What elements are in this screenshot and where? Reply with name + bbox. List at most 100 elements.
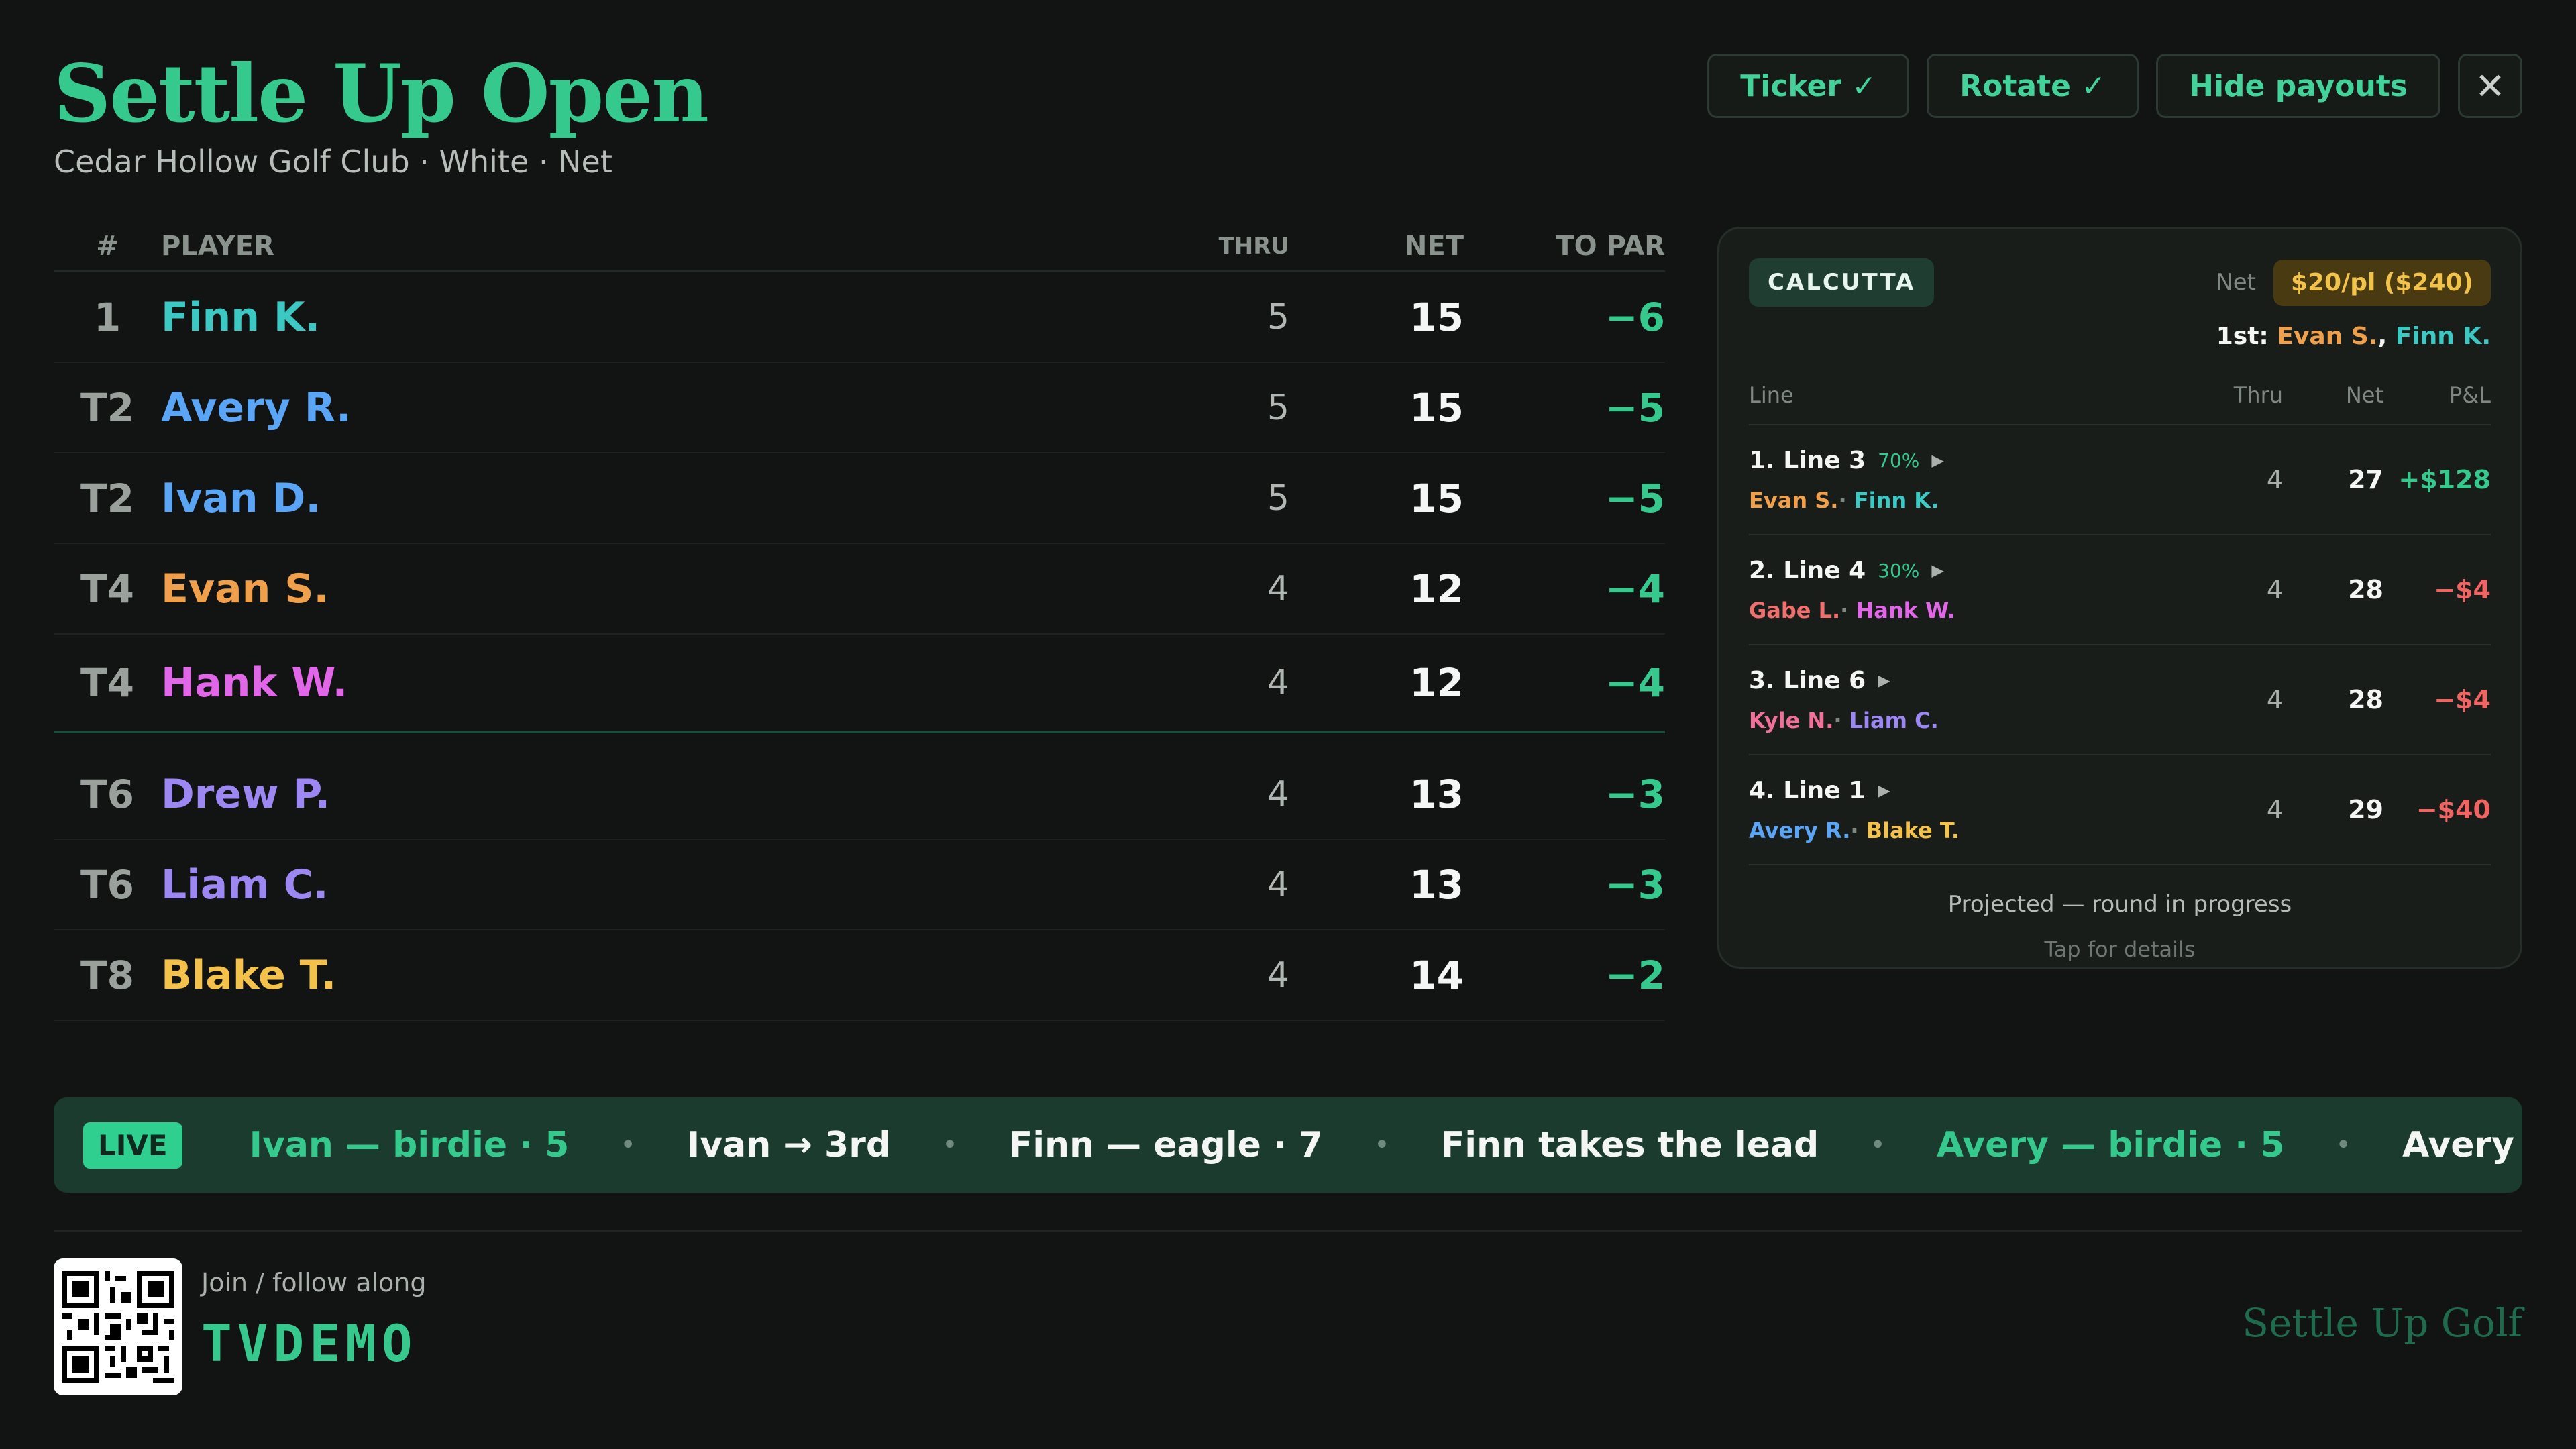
ticker-item: Avery takes the lead [2402, 1125, 2522, 1165]
leaderboard-rows: 1 Finn K. 5 15 −6 T2 Avery R. 5 15 −5 T2 Ivan D. 5 15… [54, 272, 1665, 1021]
line-percent: 70% [1878, 449, 1920, 472]
player-name: Liam C. [161, 861, 329, 908]
player-name: Ivan D. [161, 474, 321, 522]
ticker-item: Finn — eagle · 7 [1008, 1125, 1324, 1165]
player-rank: T8 [80, 952, 134, 998]
line-player: Finn K. [1854, 487, 1939, 513]
close-button[interactable]: ✕ [2458, 54, 2522, 118]
player-rank: 1 [93, 294, 121, 340]
line-title: 1. Line 3 [1749, 446, 1866, 474]
player-to-par: −5 [1605, 475, 1665, 521]
player-rank: T4 [80, 659, 134, 706]
pl-column-header: P&L [2449, 382, 2491, 408]
player-thru: 4 [1267, 662, 1289, 703]
tap-for-details-link[interactable]: Tap for details [1749, 936, 2491, 962]
ticker-separator-icon: • [1374, 1130, 1390, 1161]
player-to-par: −3 [1605, 771, 1665, 817]
leaderboard-row: 1 Finn K. 5 15 −6 [54, 272, 1665, 363]
calcutta-line-row[interactable]: 2. Line 4 30% ▶ Gabe L.· Hank W. 4 28 −$4 [1749, 535, 2491, 645]
join-qr-code [54, 1258, 182, 1395]
toolbar: Ticker ✓ Rotate ✓ Hide payouts ✕ [1707, 54, 2522, 118]
player-to-par: −4 [1605, 566, 1665, 612]
player-thru: 5 [1267, 297, 1289, 337]
player-thru: 4 [1267, 864, 1289, 905]
calcutta-line-row[interactable]: 1. Line 3 70% ▶ Evan S.· Finn K. 4 27 +$128 [1749, 425, 2491, 535]
line-pl: −$4 [2434, 685, 2491, 714]
to-par-column-header: TO PAR [1556, 230, 1665, 262]
line-player: Avery R. [1749, 817, 1851, 843]
calcutta-line-row[interactable]: 4. Line 1 ▶ Avery R.· Blake T. 4 29 −$40 [1749, 755, 2491, 865]
player-thru: 5 [1267, 478, 1289, 519]
leaderboard: # PLAYER THRU NET TO PAR 1 Finn K. 5 15 −6 T2… [54, 221, 1665, 1060]
ticker-toggle-button[interactable]: Ticker ✓ [1707, 54, 1910, 118]
line-title: 2. Line 4 [1749, 556, 1866, 584]
line-player: Blake T. [1866, 817, 1960, 843]
qr-code-icon [62, 1271, 174, 1383]
net-column-header: NET [1404, 230, 1464, 262]
player-thru: 5 [1267, 387, 1289, 428]
player-net: 13 [1409, 861, 1464, 908]
caret-right-icon: ▶ [1878, 781, 1890, 800]
join-label: Join / follow along [201, 1268, 427, 1297]
ticker-separator-icon: • [942, 1130, 958, 1161]
player-rank: T2 [80, 384, 134, 431]
player-rank: T4 [80, 566, 134, 612]
ticker-item: Finn takes the lead [1440, 1125, 1819, 1165]
line-net: 29 [2348, 795, 2383, 824]
calcutta-pot-badge: $20/pl ($240) [2273, 259, 2491, 306]
leaderboard-row: T8 Blake T. 4 14 −2 [54, 930, 1665, 1021]
line-pl: +$128 [2398, 465, 2491, 494]
live-badge: LIVE [83, 1122, 182, 1169]
line-net: 28 [2348, 685, 2383, 714]
calcutta-lines: 1. Line 3 70% ▶ Evan S.· Finn K. 4 27 +$128 2. … [1749, 425, 2491, 865]
leaderboard-row: T2 Avery R. 5 15 −5 [54, 363, 1665, 453]
player-to-par: −4 [1605, 659, 1665, 706]
ticker-item: Avery — birdie · 5 [1936, 1125, 2285, 1165]
player-thru: 4 [1267, 568, 1289, 609]
line-thru: 4 [2266, 685, 2283, 714]
close-icon: ✕ [2475, 64, 2506, 107]
ticker-separator-icon: • [1870, 1130, 1886, 1161]
page-title: Settle Up Open [54, 47, 709, 140]
player-rank: T6 [80, 771, 134, 817]
projected-note: Projected — round in progress [1947, 891, 2292, 918]
player-name: Finn K. [161, 293, 321, 341]
rotate-toggle-button[interactable]: Rotate ✓ [1927, 54, 2139, 118]
player-to-par: −6 [1605, 294, 1665, 340]
live-ticker: LIVE Ivan — birdie · 5 • Ivan → 3rd • Finn —… [54, 1097, 2522, 1193]
ticker-item: Ivan → 3rd [686, 1125, 892, 1165]
caret-right-icon: ▶ [1931, 451, 1944, 470]
line-player: Liam C. [1849, 707, 1939, 733]
footer-divider [54, 1230, 2522, 1232]
line-thru: 4 [2266, 795, 2283, 824]
calcutta-badge: CALCUTTA [1749, 258, 1935, 307]
calcutta-net-label: Net [2216, 269, 2256, 296]
line-pl: −$4 [2434, 575, 2491, 604]
leaderboard-header: # PLAYER THRU NET TO PAR [54, 221, 1665, 272]
calcutta-panel[interactable]: CALCUTTA Net $20/pl ($240) 1st: Evan S.,… [1717, 227, 2522, 969]
thru-column-header: Thru [2233, 382, 2283, 408]
player-to-par: −2 [1605, 952, 1665, 998]
player-net: 14 [1409, 952, 1464, 998]
player-name: Blake T. [161, 951, 337, 999]
net-column-header: Net [2345, 382, 2383, 408]
first-place-player: Finn K. [2395, 323, 2491, 350]
thru-column-header: THRU [1218, 232, 1289, 260]
player-net: 15 [1409, 294, 1464, 340]
player-net: 13 [1409, 771, 1464, 817]
calcutta-table-header: Line Thru Net P&L [1749, 382, 2491, 425]
line-player: Hank W. [1856, 597, 1955, 623]
line-net: 28 [2348, 575, 2383, 604]
hide-payouts-button[interactable]: Hide payouts [2156, 54, 2440, 118]
player-name: Evan S. [161, 565, 329, 612]
player-rank: T2 [80, 475, 134, 521]
player-net: 12 [1409, 659, 1464, 706]
player-rank: T6 [80, 861, 134, 908]
page-header: Settle Up Open Cedar Hollow Golf Club · … [54, 47, 709, 180]
line-player: Evan S. [1749, 487, 1839, 513]
calcutta-line-row[interactable]: 3. Line 6 ▶ Kyle N.· Liam C. 4 28 −$4 [1749, 645, 2491, 755]
ticker-separator-icon: • [620, 1130, 636, 1161]
page-subtitle: Cedar Hollow Golf Club · White · Net [54, 144, 612, 180]
line-net: 27 [2348, 465, 2383, 494]
line-pl: −$40 [2416, 795, 2491, 824]
